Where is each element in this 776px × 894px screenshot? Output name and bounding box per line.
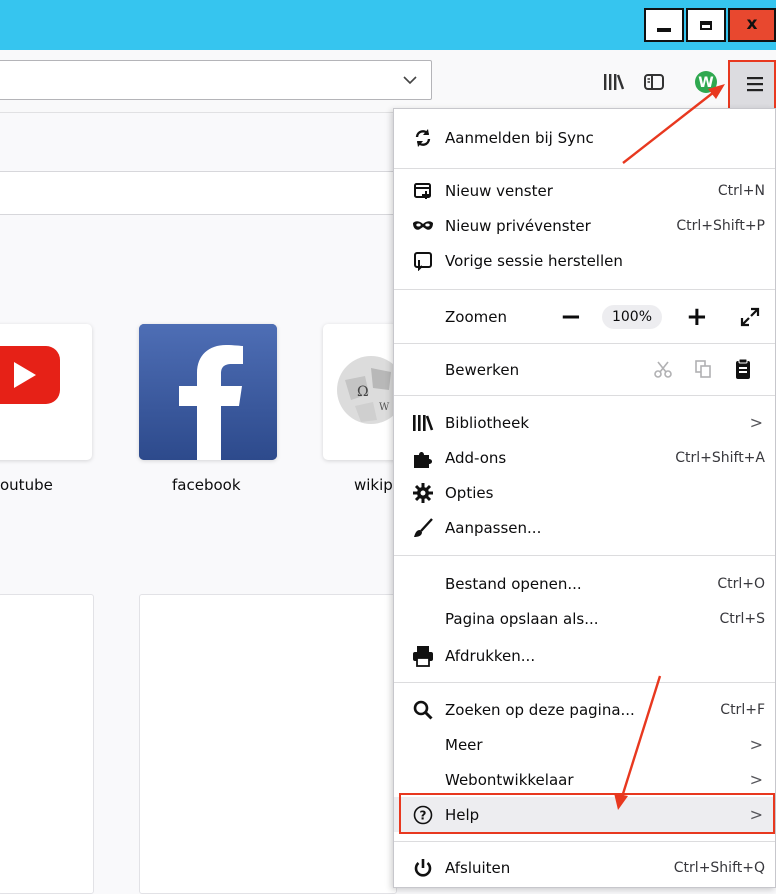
annotation-arrow-to-help <box>614 675 662 810</box>
annotation-arrows <box>614 84 725 810</box>
annotation-arrow-to-menu-button <box>622 84 725 164</box>
